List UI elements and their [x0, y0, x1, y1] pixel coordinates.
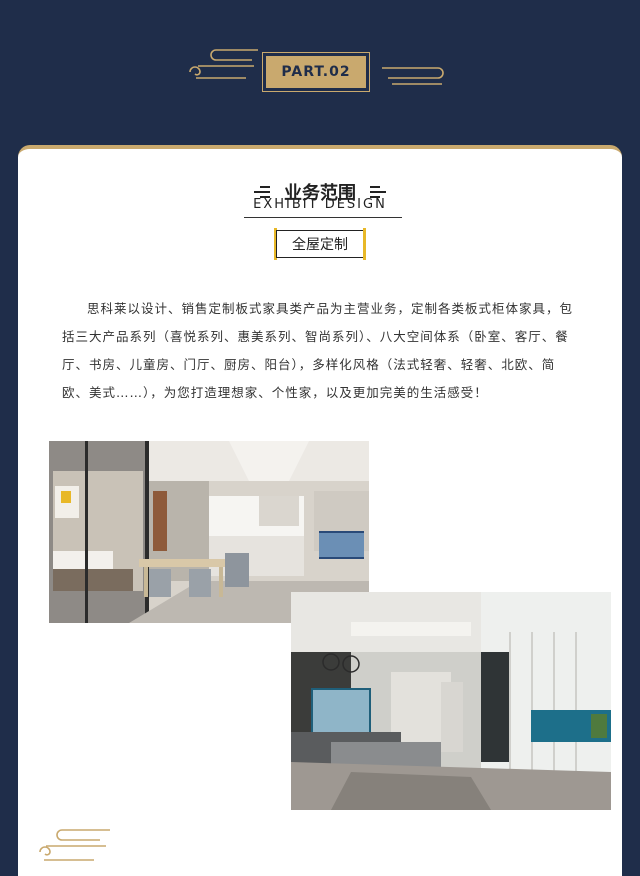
subtitle-divider — [244, 217, 402, 218]
interior-photo-living-room — [291, 592, 611, 810]
category-badge: 全屋定制 — [276, 230, 364, 258]
section-subtitle: EXHIBIT DESIGN — [253, 197, 387, 212]
part-label: PART.02 — [266, 56, 366, 88]
badge-accent-right — [363, 228, 366, 260]
description-text: 思科莱以设计、销售定制板式家具类产品为主营业务，定制各类板式柜体家具，包括三大产… — [62, 301, 574, 400]
left-cloud-scroll-icon — [189, 49, 258, 79]
footer-cloud-scroll-icon — [39, 829, 110, 861]
right-cloud-scroll-icon — [382, 67, 444, 85]
page-header: PART.02 — [0, 0, 640, 145]
